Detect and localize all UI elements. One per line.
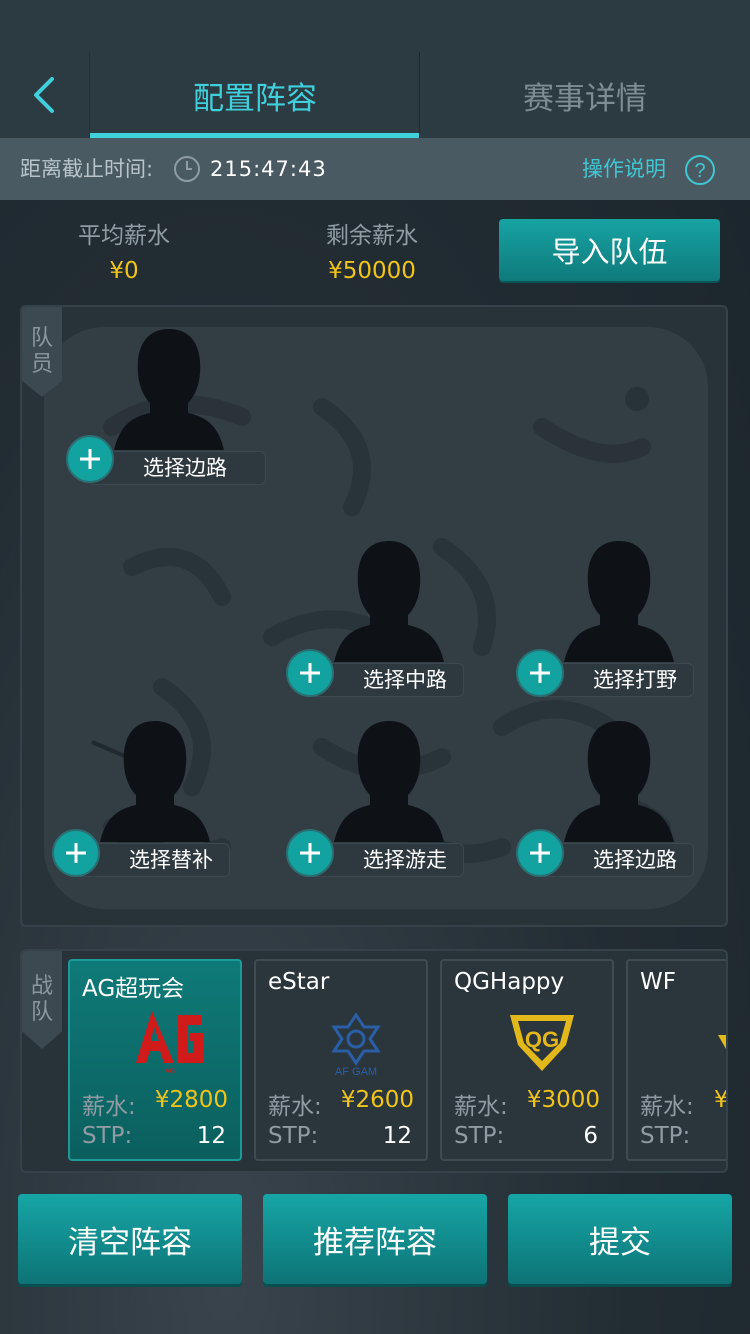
question-icon[interactable]: ? xyxy=(684,154,716,186)
average-salary: 平均薪水 ¥0 xyxy=(24,218,224,288)
clock-icon xyxy=(174,156,200,182)
team-stp-label: STP: xyxy=(454,1123,505,1149)
submit-button[interactable]: 提交 xyxy=(508,1194,732,1284)
team-stp-label: STP: xyxy=(82,1123,133,1149)
teams-tag-char-2: 队 xyxy=(30,1000,53,1025)
players-tag: 队 员 xyxy=(22,307,62,397)
estar-logo-icon: AF GAM xyxy=(331,1012,381,1077)
deadline-countdown: 215:47:43 xyxy=(210,157,327,181)
add-player-button[interactable] xyxy=(286,649,334,697)
slot-label: 选择边路 xyxy=(88,451,266,485)
qg-logo-icon: QG xyxy=(510,1015,574,1071)
team-name: WF xyxy=(640,969,676,995)
plus-icon xyxy=(80,449,100,469)
plus-icon xyxy=(530,843,550,863)
team-card[interactable]: WF 薪水: ¥ STP: xyxy=(626,959,728,1161)
player-slot[interactable]: 选择游走 xyxy=(286,717,486,887)
teams-tag-char-1: 战 xyxy=(30,974,53,999)
team-salary: ¥2800 xyxy=(154,1087,228,1113)
wf-logo-icon xyxy=(718,1035,726,1049)
team-salary: ¥ xyxy=(714,1087,728,1113)
team-stp: 6 xyxy=(583,1123,598,1149)
status-bar xyxy=(0,0,750,52)
team-salary: ¥3000 xyxy=(526,1087,600,1113)
recommend-lineup-button[interactable]: 推荐阵容 xyxy=(263,1194,487,1284)
plus-icon xyxy=(300,843,320,863)
ag-logo-text: AG xyxy=(165,1068,175,1075)
back-button[interactable] xyxy=(0,52,90,138)
player-slot[interactable]: 选择边路 xyxy=(66,325,266,495)
import-team-button[interactable]: 导入队伍 xyxy=(499,219,720,281)
team-name: AG超玩会 xyxy=(82,976,185,1002)
team-card[interactable]: AG超玩会 AG 薪水: ¥2800 STP: 12 xyxy=(68,959,242,1161)
add-player-button[interactable] xyxy=(66,435,114,483)
tab-match-details-label: 赛事详情 xyxy=(523,80,647,117)
estar-logo-text: AF GAM xyxy=(335,1066,377,1077)
team-name: QGHappy xyxy=(454,969,565,995)
player-slot[interactable]: 选择替补 xyxy=(52,717,252,887)
ag-logo-icon: AG xyxy=(136,1011,204,1075)
remaining-salary-value: ¥50000 xyxy=(328,258,416,284)
team-salary-label: 薪水: xyxy=(640,1094,694,1120)
player-silhouette-icon xyxy=(564,541,674,662)
plus-icon xyxy=(300,663,320,683)
add-player-button[interactable] xyxy=(516,649,564,697)
player-silhouette-icon xyxy=(334,541,444,662)
header: 配置阵容 赛事详情 xyxy=(0,52,750,138)
player-silhouette-icon xyxy=(334,721,444,842)
teams-tag: 战 队 xyxy=(22,951,62,1049)
clear-lineup-button[interactable]: 清空阵容 xyxy=(18,1194,242,1284)
tab-lineup[interactable]: 配置阵容 xyxy=(90,52,420,138)
remaining-salary: 剩余薪水 ¥50000 xyxy=(272,218,472,288)
team-salary-label: 薪水: xyxy=(82,1094,136,1120)
players-tag-char-2: 员 xyxy=(30,352,53,377)
add-player-button[interactable] xyxy=(516,829,564,877)
player-silhouette-icon xyxy=(564,721,674,842)
deadline-bar: 距离截止时间: 215:47:43 操作说明 xyxy=(0,138,750,200)
team-stp: 12 xyxy=(196,1123,226,1149)
player-slot[interactable]: 选择中路 xyxy=(286,537,486,707)
add-player-button[interactable] xyxy=(286,829,334,877)
team-stp: 12 xyxy=(382,1123,412,1149)
player-silhouette-icon xyxy=(114,329,224,450)
team-card[interactable]: QGHappy QG 薪水: ¥3000 STP: 6 xyxy=(440,959,614,1161)
plus-icon xyxy=(66,843,86,863)
team-stp-label: STP: xyxy=(640,1123,691,1149)
players-tag-char-1: 队 xyxy=(30,326,53,351)
qg-logo-text: QG xyxy=(525,1027,559,1052)
team-salary-label: 薪水: xyxy=(454,1094,508,1120)
player-slot[interactable]: 选择边路 xyxy=(516,717,716,887)
team-name: eStar xyxy=(268,969,330,995)
help-link[interactable]: 操作说明 xyxy=(582,138,666,200)
svg-text:?: ? xyxy=(694,160,705,182)
remaining-salary-label: 剩余薪水 xyxy=(326,223,418,249)
plus-icon xyxy=(530,663,550,683)
average-salary-label: 平均薪水 xyxy=(78,223,170,249)
back-arrow-icon xyxy=(34,77,54,113)
team-card[interactable]: eStar AF GAM 薪水: ¥2600 STP: 12 xyxy=(254,959,428,1161)
team-salary: ¥2600 xyxy=(340,1087,414,1113)
average-salary-value: ¥0 xyxy=(109,258,139,284)
tab-match-details[interactable]: 赛事详情 xyxy=(420,52,750,138)
player-slot[interactable]: 选择打野 xyxy=(516,537,716,707)
tab-lineup-label: 配置阵容 xyxy=(193,80,317,117)
players-panel: 队 员 选择边路 选择中路 选择打野 选择替补 选择游走 选择边路 xyxy=(20,305,728,927)
team-stp-label: STP: xyxy=(268,1123,319,1149)
add-player-button[interactable] xyxy=(52,829,100,877)
player-silhouette-icon xyxy=(100,721,210,842)
team-salary-label: 薪水: xyxy=(268,1094,322,1120)
deadline-label: 距离截止时间: xyxy=(20,157,154,181)
teams-panel: 战 队 AG超玩会 AG 薪水: ¥2800 STP: 12 eStar AF … xyxy=(20,949,728,1173)
